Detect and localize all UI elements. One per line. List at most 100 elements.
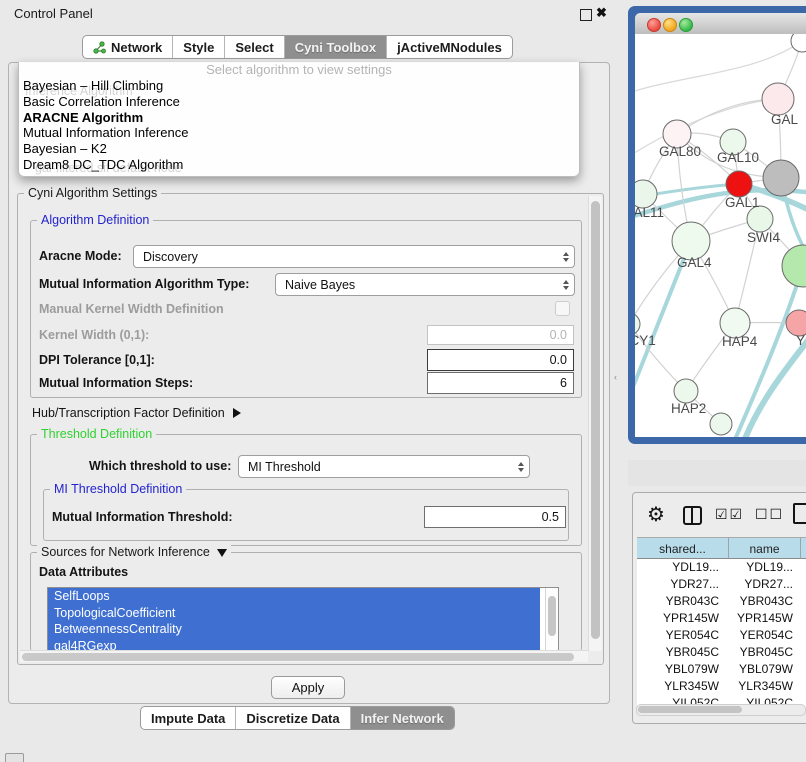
deselect-all-icon[interactable]: ☐☐: [755, 506, 784, 523]
table-row[interactable]: YPR145WYPR145W9.: [637, 610, 806, 627]
table-cell: 9.: [801, 610, 806, 627]
table-cell: YBR043C: [637, 593, 729, 610]
aracne-mode-select[interactable]: Discovery: [133, 245, 575, 268]
table-cell: YER054C: [637, 627, 729, 644]
table-row[interactable]: YBL079WYBL079W: [637, 661, 806, 678]
tab-network[interactable]: Network: [83, 36, 173, 58]
scrollbar-thumb[interactable]: [591, 201, 600, 639]
table-cell: YDL19...: [637, 559, 729, 576]
network-node-hap2[interactable]: [674, 379, 698, 403]
network-window-titlebar[interactable]: [635, 13, 806, 35]
data-attribute-item[interactable]: BetweennessCentrality: [48, 621, 540, 638]
apply-button[interactable]: Apply: [271, 676, 345, 699]
manual-kernel-width-label: Manual Kernel Width Definition: [39, 302, 224, 316]
tab-jactivemnodules[interactable]: jActiveMNodules: [387, 36, 512, 58]
tab-network-label: Network: [111, 40, 162, 55]
network-graph-icon: [93, 41, 106, 54]
network-node[interactable]: [782, 245, 806, 287]
hub-definition-toggle[interactable]: Hub/Transcription Factor Definition: [32, 404, 241, 422]
network-node-label: SWI4: [747, 230, 780, 245]
tab-infer-network[interactable]: Infer Network: [351, 707, 454, 729]
network-node-label: HAP4: [722, 334, 758, 349]
algorithm-dropdown-popup: Inference Algorithm gal-filtered sif def…: [18, 62, 580, 177]
network-node[interactable]: [710, 413, 732, 435]
table-cell: YDL19...: [729, 559, 801, 576]
data-attributes-list[interactable]: SelfLoopsTopologicalCoefficientBetweenne…: [47, 587, 559, 655]
network-node[interactable]: [763, 160, 799, 196]
close-traffic-light-icon[interactable]: [647, 18, 661, 32]
table-cell: 9.: [801, 644, 806, 661]
settings-vertical-scrollbar[interactable]: [588, 196, 602, 651]
tab-style[interactable]: Style: [173, 36, 225, 58]
table-cell: YBL079W: [637, 661, 729, 678]
minimize-traffic-light-icon[interactable]: [663, 18, 677, 32]
splitter-handle[interactable]: ‹: [614, 372, 617, 382]
column-header-name[interactable]: name: [729, 537, 801, 559]
algorithm-option[interactable]: Bayesian – K2: [19, 141, 579, 157]
network-node-label: GAL11: [635, 205, 664, 220]
scrollbar-thumb[interactable]: [638, 706, 742, 713]
kernel-width-label: Kernel Width (0,1):: [39, 328, 149, 342]
table-cell: 9.: [801, 678, 806, 695]
table-cell: 13: [801, 559, 806, 576]
gear-icon[interactable]: ⚙: [647, 502, 665, 527]
columns-icon[interactable]: [683, 506, 702, 525]
mi-threshold-label: Mutual Information Threshold:: [52, 510, 233, 524]
tab-discretize-data[interactable]: Discretize Data: [236, 707, 350, 729]
network-graph[interactable]: GALGAL80GAL10GAL1GAL11SWI4GAL4GCY1HAP4YH…: [635, 34, 806, 437]
tab-select[interactable]: Select: [225, 36, 284, 58]
network-node-gcy1[interactable]: [635, 313, 640, 335]
zoom-traffic-light-icon[interactable]: [679, 18, 693, 32]
stepper-icon: [563, 252, 569, 262]
algorithm-option[interactable]: ARACNE Algorithm: [19, 110, 579, 126]
dpi-tolerance-field[interactable]: 0.0: [427, 349, 574, 371]
scrollbar-thumb[interactable]: [548, 596, 556, 636]
close-window-icon[interactable]: ✖: [596, 5, 607, 21]
settings-horizontal-scrollbar[interactable]: [20, 650, 588, 662]
manual-kernel-width-checkbox: [555, 301, 570, 316]
mi-steps-label: Mutual Information Steps:: [39, 376, 193, 390]
table-horizontal-scrollbar[interactable]: [636, 704, 806, 716]
network-node[interactable]: [791, 34, 806, 52]
table-row[interactable]: YER054CYER054C8.: [637, 627, 806, 644]
control-panel-tab-bar: Network Style Select Cyni Toolbox jActiv…: [82, 35, 513, 59]
table-row[interactable]: YDR27...YDR27...12: [637, 576, 806, 593]
mi-steps-field[interactable]: 6: [427, 372, 574, 394]
minimized-panel-button[interactable]: [5, 753, 24, 762]
mi-type-label: Mutual Information Algorithm Type:: [39, 277, 249, 291]
mi-algorithm-type-select[interactable]: Naive Bayes: [275, 273, 575, 296]
cyni-algorithm-settings-group: Cyni Algorithm Settings Algorithm Defini…: [17, 193, 604, 665]
network-node-gal[interactable]: [762, 83, 794, 115]
table-cell: 8.: [801, 627, 806, 644]
data-attribute-item[interactable]: SelfLoops: [48, 588, 540, 605]
table-panel-header: Table Panel: [628, 460, 806, 486]
algorithm-option[interactable]: Mutual Information Inference: [19, 125, 579, 141]
algorithm-option[interactable]: Dream8 DC_TDC Algorithm: [19, 157, 579, 173]
bottom-tab-bar: Impute Data Discretize Data Infer Networ…: [140, 706, 455, 730]
select-all-checked-icon[interactable]: ☑☑: [715, 506, 744, 523]
tab-cyni-toolbox[interactable]: Cyni Toolbox: [285, 36, 387, 58]
tab-impute-data[interactable]: Impute Data: [141, 707, 236, 729]
table-row[interactable]: YLR345WYLR345W9.: [637, 678, 806, 695]
algorithm-option[interactable]: Basic Correlation Inference: [19, 94, 579, 110]
algorithm-option[interactable]: Bayesian – Hill Climbing: [19, 78, 579, 94]
mi-threshold-field[interactable]: 0.5: [424, 506, 566, 528]
network-canvas[interactable]: GALGAL80GAL10GAL1GAL11SWI4GAL4GCY1HAP4YH…: [635, 34, 806, 437]
list-vertical-scrollbar[interactable]: [545, 588, 558, 652]
threshold-definition-title: Threshold Definition: [37, 427, 156, 441]
document-icon[interactable]: [793, 503, 806, 524]
network-node-label: GAL10: [717, 150, 759, 165]
which-threshold-select[interactable]: MI Threshold: [238, 455, 530, 478]
table-body: YDL19...YDL19...13YDR27...YDR27...12YBR0…: [637, 559, 806, 712]
table-row[interactable]: YBR045CYBR045C9.: [637, 644, 806, 661]
restore-window-icon[interactable]: [580, 9, 592, 21]
threshold-definition-group: Threshold Definition Which threshold to …: [30, 434, 582, 546]
table-row[interactable]: YDL19...YDL19...13: [637, 559, 806, 576]
scrollbar-thumb[interactable]: [22, 653, 574, 661]
table-row[interactable]: YBR043CYBR043C: [637, 593, 806, 610]
network-node-label: Y: [796, 333, 805, 348]
column-header-shared-name[interactable]: shared...: [637, 537, 729, 559]
network-node-gal1[interactable]: [726, 171, 752, 197]
column-header-partial[interactable]: [801, 537, 806, 559]
data-attribute-item[interactable]: TopologicalCoefficient: [48, 605, 540, 622]
